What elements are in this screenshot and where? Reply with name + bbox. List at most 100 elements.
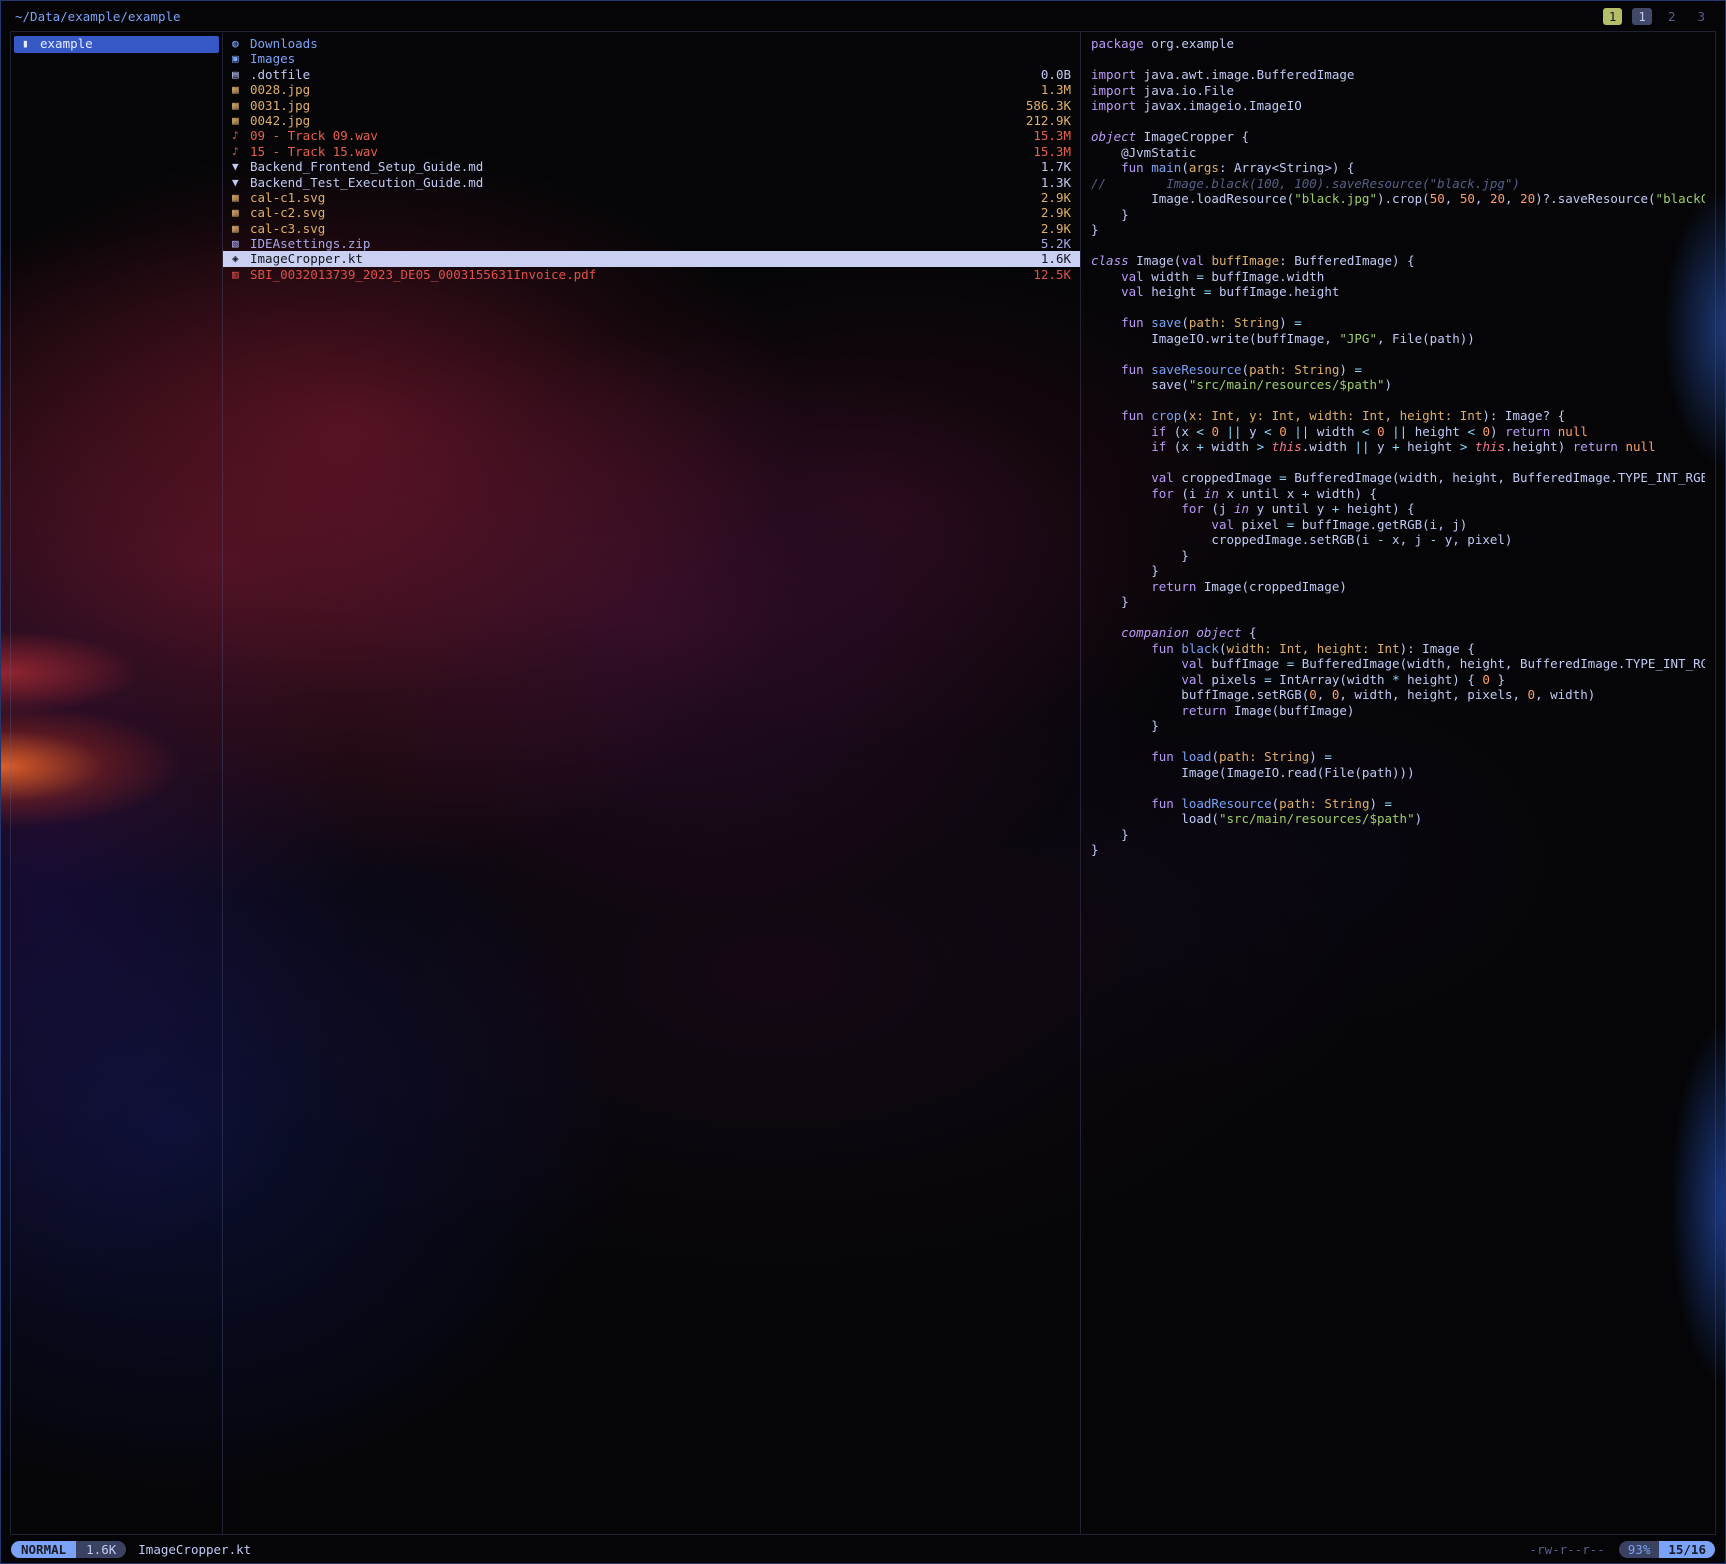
code-line: fun crop(x: Int, y: Int, width: Int, hei… [1091, 408, 1705, 424]
file-row[interactable]: ▦0031.jpg586.3K [223, 98, 1080, 113]
code-line: load("src/main/resources/$path") [1091, 811, 1705, 827]
image-file-icon: ▦ [232, 98, 250, 113]
audio-file-icon: ♪ [232, 128, 250, 143]
status-bar: NORMAL 1.6K ImageCropper.kt -rw-r--r-- 9… [1, 1535, 1725, 1563]
file-row[interactable]: ◍Downloads [223, 36, 1080, 51]
file-size: 0.0B [1041, 67, 1071, 82]
tab-1[interactable]: 1 [1603, 8, 1623, 25]
image-file-icon: ▦ [232, 113, 250, 128]
file-row[interactable]: ▦cal-c1.svg2.9K [223, 190, 1080, 205]
file-row[interactable]: ▤.dotfile0.0B [223, 67, 1080, 82]
code-line: // Image.black(100, 100).saveResource("b… [1091, 176, 1705, 192]
folder-icon: ▮ [22, 36, 40, 53]
file-name: 0028.jpg [250, 82, 1031, 97]
file-size: 15.3M [1033, 144, 1071, 159]
code-line: import java.io.File [1091, 83, 1705, 99]
status-bar-right: -rw-r--r-- 93% 15/16 [1530, 1541, 1715, 1558]
kotlin-file-icon: ◈ [232, 251, 250, 266]
file-row[interactable]: ▦0028.jpg 1.3M [223, 82, 1080, 97]
code-line: val width = buffImage.width [1091, 269, 1705, 285]
audio-file-icon: ♪ [232, 144, 250, 159]
code-line: val height = buffImage.height [1091, 284, 1705, 300]
code-line: companion object { [1091, 625, 1705, 641]
file-row[interactable]: ▥SBI_0032013739_2023_DE05_0003155631Invo… [223, 267, 1080, 282]
code-line: val pixels = IntArray(width * height) { … [1091, 672, 1705, 688]
code-line [1091, 610, 1705, 626]
status-bar-left: NORMAL 1.6K ImageCropper.kt [11, 1541, 251, 1558]
code-line [1091, 238, 1705, 254]
status-file-size: 1.6K [76, 1541, 126, 1558]
downloads-folder-icon: ◍ [232, 36, 250, 51]
file-size: 1.3K [1041, 175, 1071, 190]
file-row[interactable]: ▼Backend_Frontend_Setup_Guide.md1.7K [223, 159, 1080, 174]
markdown-file-icon: ▼ [232, 159, 250, 174]
file-size: 12.5K [1033, 267, 1071, 282]
parent-directory-item[interactable]: ▮example [14, 36, 219, 53]
code-line: for (i in x until x + width) { [1091, 486, 1705, 502]
status-cursor-position: 15/16 [1659, 1541, 1715, 1558]
file-row[interactable]: ◈ImageCropper.kt1.6K [223, 251, 1080, 266]
tab-3[interactable]: 3 [1691, 8, 1711, 25]
file-row[interactable]: ▧IDEAsettings.zip5.2K [223, 236, 1080, 251]
code-line: for (j in y until y + height) { [1091, 501, 1705, 517]
code-line: } [1091, 222, 1705, 238]
file-size: 1.6K [1041, 251, 1071, 266]
file-name: Downloads [250, 36, 1061, 51]
file-name: 0042.jpg [250, 113, 1016, 128]
file-name: IDEAsettings.zip [250, 236, 1031, 251]
file-name: 09 - Track 09.wav [250, 128, 1023, 143]
file-row[interactable]: ▣Images [223, 51, 1080, 66]
file-row[interactable]: ♪15 - Track 15.wav 15.3M [223, 144, 1080, 159]
file-size: 1.7K [1041, 159, 1071, 174]
code-line: val buffImage = BufferedImage(width, hei… [1091, 656, 1705, 672]
status-file-name: ImageCropper.kt [138, 1542, 251, 1557]
file-name: Backend_Test_Execution_Guide.md [250, 175, 1031, 190]
code-line: fun main(args: Array<String>) { [1091, 160, 1705, 176]
code-line: class Image(val buffImage: BufferedImage… [1091, 253, 1705, 269]
directory-name: example [40, 36, 93, 53]
panes-container: ▮example ◍Downloads▣Images▤.dotfile0.0B▦… [10, 31, 1716, 1535]
markdown-file-icon: ▼ [232, 175, 250, 190]
code-line: } [1091, 718, 1705, 734]
code-line: object ImageCropper { [1091, 129, 1705, 145]
file-row[interactable]: ▼Backend_Test_Execution_Guide.md 1.3K [223, 175, 1080, 190]
code-line: val croppedImage = BufferedImage(width, … [1091, 470, 1705, 486]
tab-2[interactable]: 2 [1662, 8, 1682, 25]
code-line: buffImage.setRGB(0, 0, width, height, pi… [1091, 687, 1705, 703]
file-size: 15.3M [1033, 128, 1071, 143]
file-size: 5.2K [1041, 236, 1071, 251]
file-row[interactable]: ▦cal-c2.svg2.9K [223, 205, 1080, 220]
code-line: return Image(croppedImage) [1091, 579, 1705, 595]
code-line: package org.example [1091, 36, 1705, 52]
file-name: cal-c3.svg [250, 221, 1031, 236]
file-name: cal-c2.svg [250, 205, 1031, 220]
code-line [1091, 52, 1705, 68]
code-line: fun saveResource(path: String) = [1091, 362, 1705, 378]
code-line [1091, 455, 1705, 471]
image-file-icon: ▦ [232, 82, 250, 97]
file-list-pane: ◍Downloads▣Images▤.dotfile0.0B▦0028.jpg1… [223, 32, 1081, 1534]
code-line: return Image(buffImage) [1091, 703, 1705, 719]
image-file-icon: ▦ [232, 190, 250, 205]
tab-1[interactable]: 1 [1632, 8, 1652, 25]
file-row[interactable]: ▦0042.jpg212.9K [223, 113, 1080, 128]
file-size: 586.3K [1026, 98, 1071, 113]
code-line [1091, 300, 1705, 316]
file-size: 1.3M [1041, 82, 1071, 97]
code-line: fun load(path: String) = [1091, 749, 1705, 765]
code-line: } [1091, 594, 1705, 610]
code-line: fun loadResource(path: String) = [1091, 796, 1705, 812]
code-line: } [1091, 842, 1705, 858]
images-folder-icon: ▣ [232, 51, 250, 66]
status-permissions: -rw-r--r-- [1530, 1542, 1605, 1557]
file-row[interactable]: ▦cal-c3.svg2.9K [223, 221, 1080, 236]
file-name: Images [250, 51, 1061, 66]
file-name: 15 - Track 15.wav [250, 144, 1023, 159]
file-name: .dotfile [250, 67, 1031, 82]
code-line: import java.awt.image.BufferedImage [1091, 67, 1705, 83]
file-name: SBI_0032013739_2023_DE05_0003155631Invoi… [250, 267, 1023, 282]
code-line: save("src/main/resources/$path") [1091, 377, 1705, 393]
breadcrumb: ~/Data/example/example [15, 9, 181, 24]
code-line: } [1091, 563, 1705, 579]
file-row[interactable]: ♪09 - Track 09.wav 15.3M [223, 128, 1080, 143]
